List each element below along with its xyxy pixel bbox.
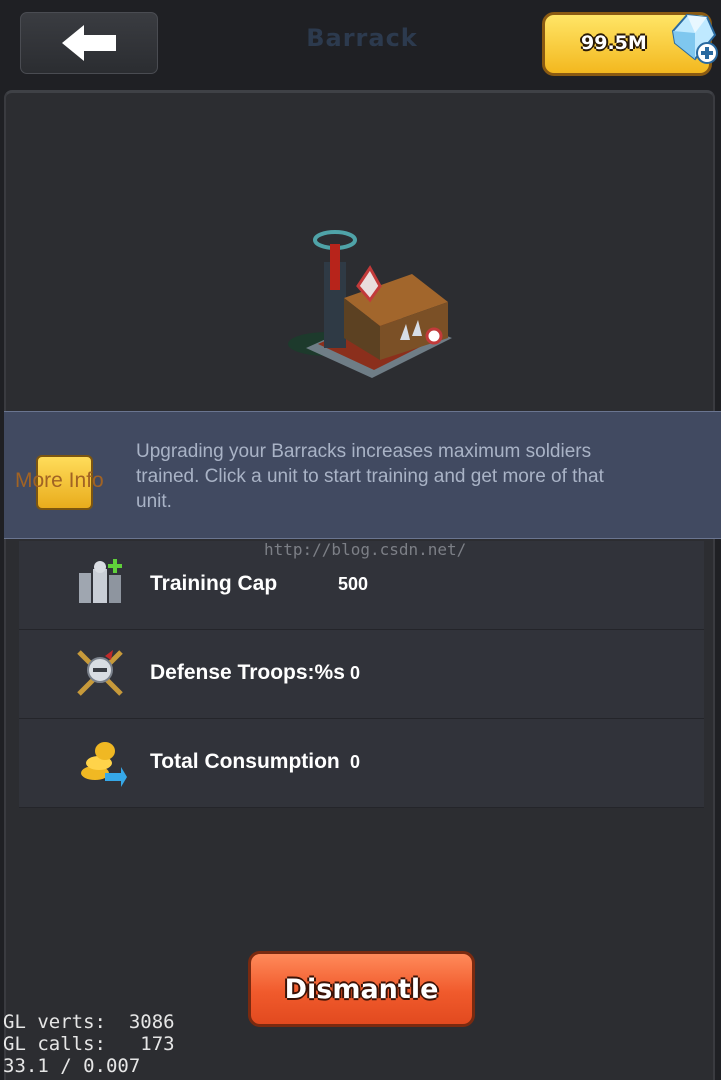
stat-value-defense-troops: 0	[350, 663, 361, 683]
debug-overlay: GL verts: 3086 GL calls: 173 33.1 / 0.007	[3, 1011, 175, 1077]
back-button[interactable]	[20, 12, 158, 74]
stats-list: Training Cap 500 Defense Troops:%s 0 Tot…	[19, 541, 704, 808]
stat-label-total-consumption: Total Consumption	[150, 750, 340, 773]
total-consumption-icon	[81, 742, 127, 787]
gems-button[interactable]: 99.5M	[542, 12, 718, 76]
stat-row-defense-troops: Defense Troops:%s 0	[19, 630, 704, 719]
defense-troops-icon	[77, 650, 123, 696]
stat-value-total-consumption: 0	[350, 752, 361, 772]
more-info-label[interactable]: More Info	[15, 469, 104, 493]
stat-label-training-cap: Training Cap	[150, 572, 278, 595]
stat-row-total-consumption: Total Consumption 0	[19, 719, 704, 808]
page-title: Barrack	[306, 24, 418, 52]
gems-amount: 99.5M	[581, 32, 647, 54]
barracks-building-icon	[288, 230, 452, 378]
back-arrow-icon	[62, 25, 116, 61]
debug-line-fps: 33.1 / 0.007	[3, 1055, 141, 1077]
building-description: Upgrading your Barracks increases maximu…	[136, 441, 604, 512]
top-bar: Barrack 99.5M	[0, 0, 721, 90]
stat-label-defense-troops: Defense Troops:%s	[150, 661, 345, 684]
stat-value-training-cap: 500	[338, 574, 369, 594]
watermark: http://blog.csdn.net/	[264, 540, 467, 559]
dismantle-label: Dismantle	[284, 973, 439, 1005]
debug-line-verts: GL verts: 3086	[3, 1011, 175, 1033]
dismantle-button[interactable]: Dismantle	[248, 951, 475, 1027]
diamond-plus-icon	[671, 13, 718, 64]
training-cap-icon	[79, 559, 122, 603]
debug-line-calls: GL calls: 173	[3, 1033, 175, 1055]
